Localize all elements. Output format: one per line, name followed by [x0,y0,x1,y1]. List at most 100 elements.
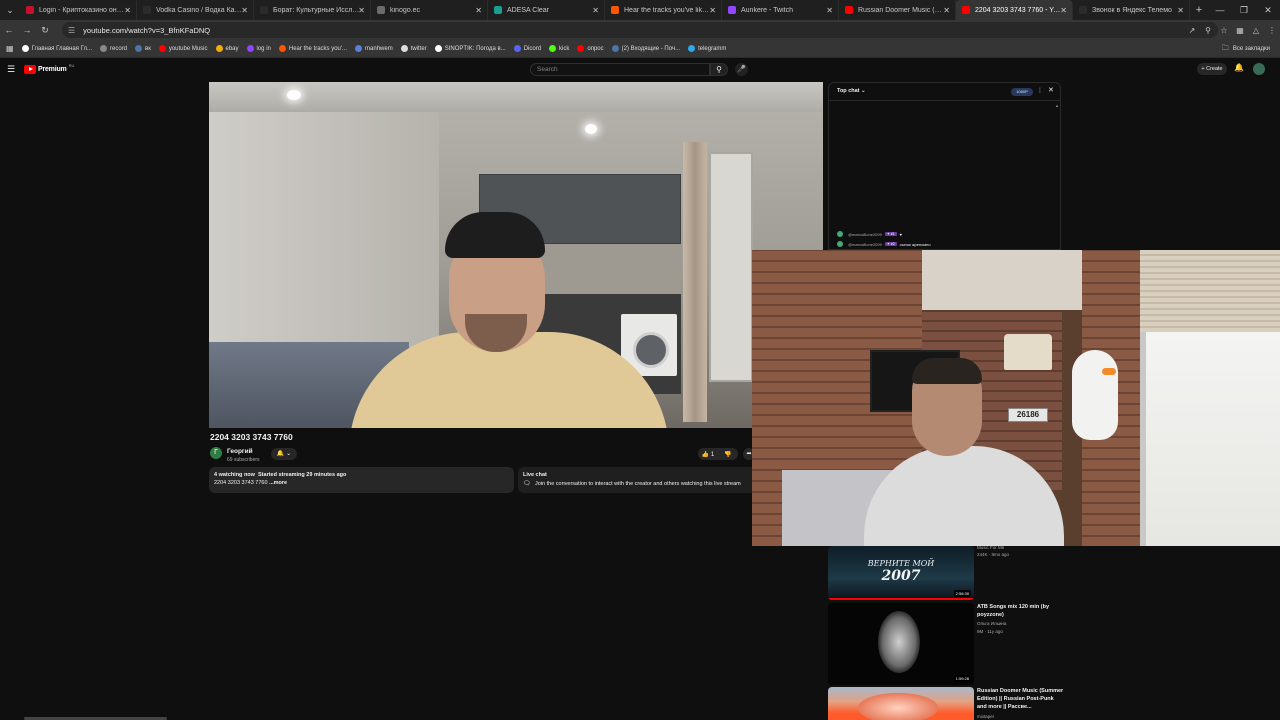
bookmark-item[interactable]: опрос [577,45,604,52]
bookmark-item[interactable]: (2) Входящие - Поч... [611,45,680,52]
recommended-title[interactable]: ATB Songs mix 120 min (by poyzzone) [977,603,1065,619]
youtube-play-icon [24,65,36,74]
tab-close-icon[interactable]: ✕ [358,6,365,15]
browser-tab[interactable]: kinogo.ec ✕ [371,0,488,20]
close-window-icon[interactable]: ✕ [1256,0,1280,20]
tab-close-icon[interactable]: ✕ [241,6,248,15]
tab-favicon-icon [26,6,34,14]
recommended-title[interactable]: Russian Doomer Music (Summer Edition) ||… [977,687,1065,711]
bookmark-label: ebay [225,45,239,52]
bookmark-item[interactable]: record [99,45,127,52]
browser-tab[interactable]: Vodka Casino / Водка Казино ✕ [137,0,254,20]
tab-close-icon[interactable]: ✕ [943,6,950,15]
like-button[interactable]: 👍 1 [698,451,718,458]
browser-tab[interactable]: 2204 3203 3743 7760 - YouTu ✕ [956,0,1073,20]
search-icon[interactable]: ⚲ [710,63,728,76]
site-info-icon[interactable]: ☰ [68,26,75,35]
tab-close-icon[interactable]: ✕ [592,6,599,15]
bookmark-item[interactable]: Hear the tracks you'... [278,45,347,52]
chat-avatar [837,231,843,237]
bookmark-item[interactable]: Dicord [513,45,541,52]
browser-tab[interactable]: ADESA Clear ✕ [488,0,605,20]
chat-avatar [837,241,843,247]
recommended-item[interactable]: ВЕРНИТЕ МОЙ 2007 2:56:39 Music For Me 24… [828,545,1068,602]
profile-icon[interactable]: △ [1248,26,1264,35]
bookmark-favicon-icon [577,45,585,52]
tab-close-icon[interactable]: ✕ [709,6,716,15]
browser-tab[interactable]: Russian Doomer Music (Sumn ✕ [839,0,956,20]
live-chat-teaser[interactable]: Live chat 🗨 Join the conversation to int… [518,467,758,493]
bookmark-item[interactable]: Главная Главная Гл... [21,45,92,52]
tab-title: Vodka Casino / Водка Казино [156,6,244,14]
browser-tab[interactable]: Aunkere - Twitch ✕ [722,0,839,20]
maximize-icon[interactable]: ❐ [1232,0,1256,20]
notifications-bell-icon[interactable]: 🔔 [1234,63,1244,72]
recommended-thumbnail[interactable] [828,687,974,720]
bookmark-item[interactable]: youtube Music [158,45,208,52]
tab-close-icon[interactable]: ✕ [826,6,833,15]
reload-icon[interactable]: ↻ [36,25,54,36]
minimize-icon[interactable]: — [1208,0,1232,20]
chat-user[interactable]: @marco8lone2099 [848,242,882,247]
hamburger-menu-icon[interactable]: ☰ [7,64,15,75]
url-field[interactable]: ☰ youtube.com/watch?v=3_BfnKFaDNQ [62,22,1218,38]
show-more-link[interactable]: ...more [269,480,287,486]
tab-close-icon[interactable]: ✕ [1060,6,1067,15]
tab-close-icon[interactable]: ✕ [124,6,131,15]
all-bookmarks[interactable]: 🗀 Все закладки [1222,40,1270,58]
chat-scroll-up-icon[interactable]: ▲ [1055,103,1059,108]
recommended-thumbnail[interactable]: 1:59:28 [828,603,974,685]
browser-tab[interactable]: Login - Криптоказино онлай ✕ [20,0,137,20]
bookmark-item[interactable]: SINOPTIK: Погода в... [434,45,506,52]
recommended-item[interactable]: Russian Doomer Music (Summer Edition) ||… [828,687,1068,720]
address-bar-actions: ↗ ⚲ ☆ ▦ △ ⋮ [1184,20,1280,40]
browser-tab[interactable]: Звонок в Яндекс Телемо ✕ [1073,0,1190,20]
bookmark-item[interactable]: ebay [215,45,239,52]
channel-avatar[interactable]: Г [210,447,222,459]
live-chat-text: Join the conversation to interact with t… [535,481,741,487]
browser-tab[interactable]: Hear the tracks you've liked: o ✕ [605,0,722,20]
search-input[interactable]: Search [530,63,710,76]
chat-close-icon[interactable]: ✕ [1048,86,1054,94]
chat-more-icon[interactable]: ⋮ [1037,87,1043,94]
bookmark-favicon-icon [355,45,363,52]
tab-close-icon[interactable]: ✕ [1177,6,1184,15]
apps-icon[interactable]: ▦ [6,44,14,53]
video-player[interactable] [209,82,823,428]
bookmark-item[interactable]: twitter [400,45,427,52]
bookmark-item[interactable]: log in [246,45,271,52]
channel-name[interactable]: Георгий [227,448,253,455]
tab-search-icon[interactable]: ⌄ [0,0,20,20]
bookmark-item[interactable]: kick [549,45,569,52]
back-icon[interactable]: ← [0,25,18,35]
pip-blind [1140,250,1280,332]
create-button[interactable]: + Create [1197,63,1227,75]
description-box[interactable]: 4 watching now Started streaming 29 minu… [209,467,514,493]
youtube-logo[interactable]: Premium RU [24,63,74,74]
video-frame-curtain [683,142,707,422]
extensions-icon[interactable]: ▦ [1232,26,1248,35]
recommended-thumbnail[interactable]: ВЕРНИТЕ МОЙ 2007 2:56:39 [828,546,974,600]
bookmark-item[interactable]: вк [135,45,151,52]
microphone-icon[interactable]: 🎤 [735,63,748,76]
bookmark-item[interactable]: manhwem [355,45,393,52]
tab-close-icon[interactable]: ✕ [475,6,482,15]
address-bar-row: ← → ↻ ☰ youtube.com/watch?v=3_BfnKFaDNQ … [0,20,1280,40]
bookmark-star-icon[interactable]: ☆ [1216,26,1232,35]
browser-tab[interactable]: Борат: Культурные Исследов ✕ [254,0,371,20]
open-in-app-icon[interactable]: ↗ [1184,26,1200,35]
new-tab-button[interactable]: + [1190,4,1208,16]
user-avatar[interactable] [1253,63,1265,75]
forward-icon[interactable]: → [18,25,36,35]
picture-in-picture-window[interactable]: 26186 [752,250,1280,546]
bookmark-label: youtube Music [168,45,208,52]
recommended-item[interactable]: 1:59:28 ATB Songs mix 120 min (by poyzzo… [828,603,1068,685]
bookmark-item[interactable]: telegramm [688,45,726,52]
zoom-icon[interactable]: ⚲ [1200,26,1216,35]
dislike-button[interactable]: 👎 [718,451,738,458]
subscribed-button[interactable]: 🔔 ⌄ [271,448,297,460]
chat-user[interactable]: @marco8lone2099 [848,232,882,237]
browser-menu-icon[interactable]: ⋮ [1264,26,1280,35]
bookmark-favicon-icon [400,45,408,52]
chat-mode-dropdown[interactable]: Top chat ⌄ [837,88,866,94]
